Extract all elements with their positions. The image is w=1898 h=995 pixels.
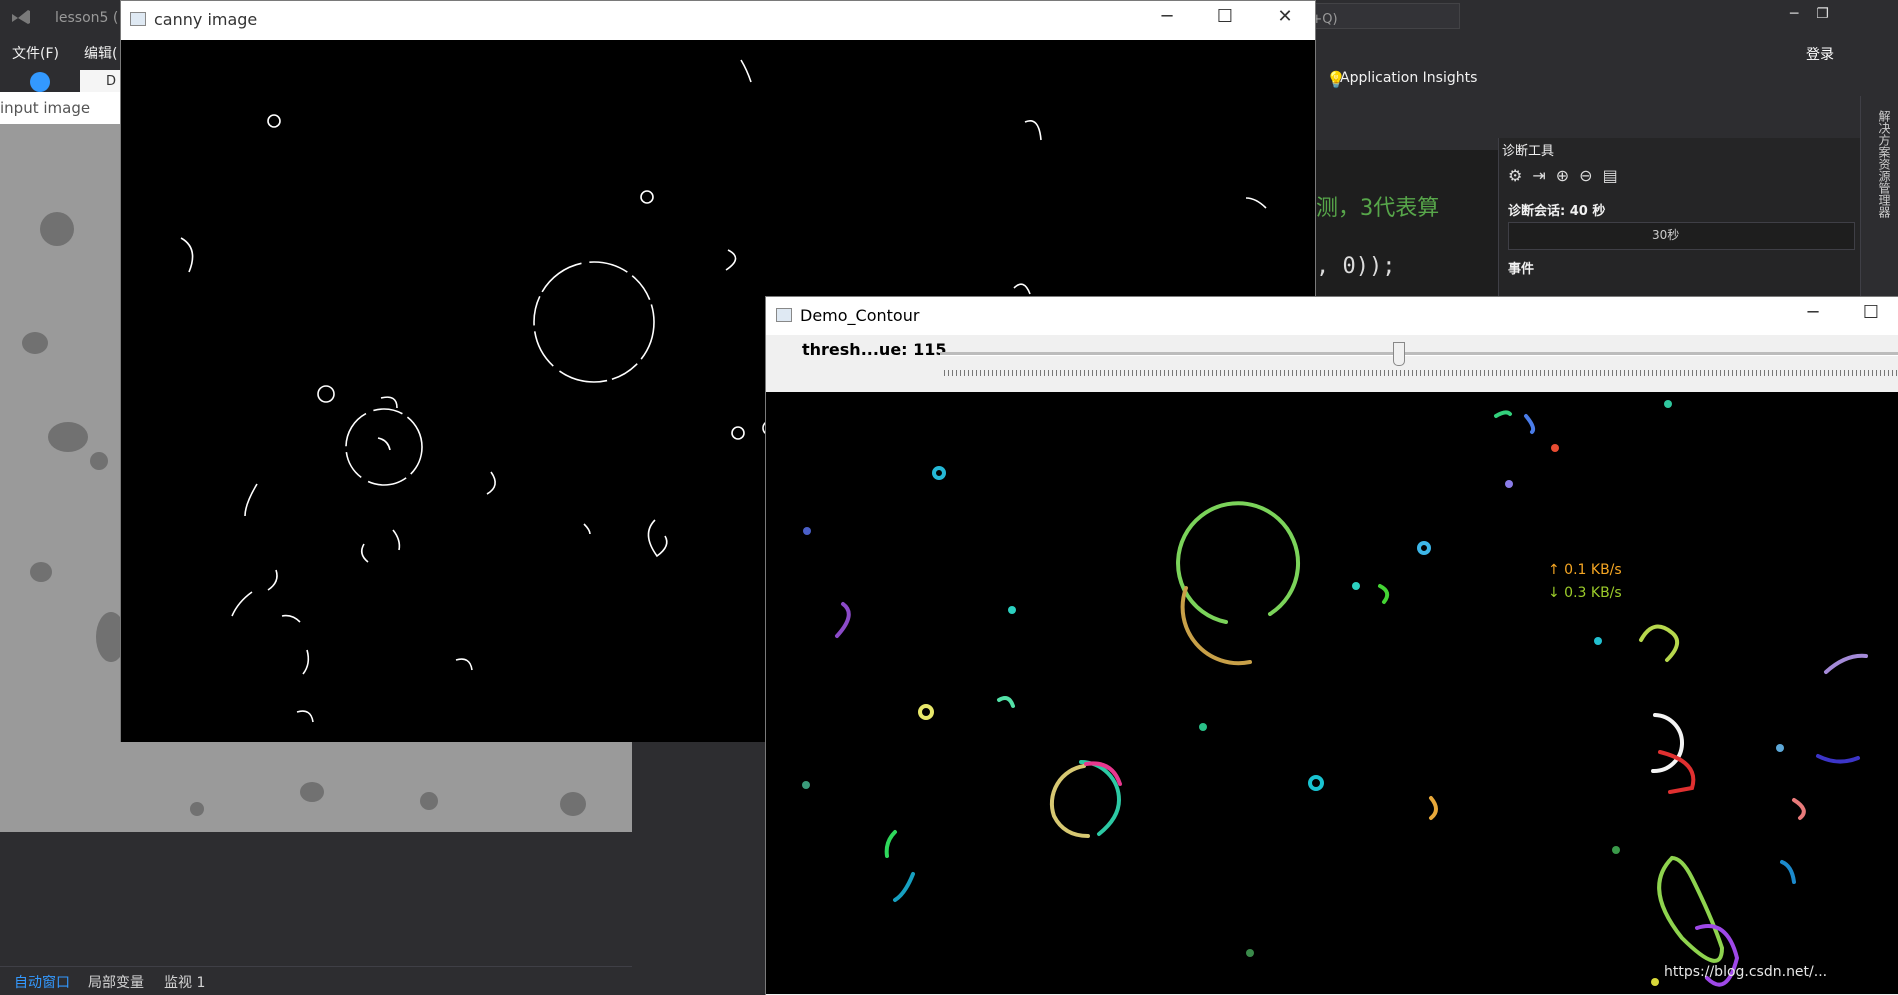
canny-titlebar[interactable]: [121, 1, 1315, 39]
close-button[interactable]: ✕: [1262, 6, 1308, 27]
demo-contour-titlebar[interactable]: [766, 297, 1898, 335]
diagnostic-session-duration: 诊断会话: 40 秒: [1508, 204, 1606, 219]
tab-locals[interactable]: 局部变量: [88, 972, 144, 992]
trackbar-ticks: [944, 370, 1898, 376]
diagnostic-toolbar[interactable]: ⚙⇥⊕⊖▤: [1508, 166, 1628, 185]
csdn-watermark: https://blog.csdn.net/...: [1664, 964, 1828, 980]
minimize-button[interactable]: ─: [1144, 6, 1190, 27]
threshold-trackbar-label: thresh...ue: 115: [802, 340, 947, 359]
menu-file[interactable]: 文件(F): [12, 43, 59, 63]
diagnostic-tools-title: 诊断工具: [1502, 144, 1555, 159]
window-app-icon: [130, 12, 146, 26]
network-download-speed: ↓ 0.3 KB/s: [1548, 585, 1622, 601]
threshold-trackbar-thumb[interactable]: [1393, 342, 1405, 366]
login-link[interactable]: 登录: [1806, 44, 1834, 64]
timeline-tick-label: 30秒: [1652, 228, 1680, 242]
minimize-button[interactable]: ─: [1790, 302, 1836, 323]
application-insights-button[interactable]: Application Insights: [1340, 70, 1477, 86]
doc-tab-label: D: [106, 74, 117, 89]
code-comment-line: 测，3代表算: [1316, 196, 1440, 221]
solution-explorer-tab[interactable]: 解决方案资源管理器: [1876, 110, 1893, 218]
contour-output-image: [766, 392, 1898, 994]
canny-window-title: canny image: [154, 10, 258, 29]
maximize-button[interactable]: ☐: [1848, 302, 1894, 323]
vs-window-controls[interactable]: ─ ❐: [1790, 6, 1898, 28]
vs-window-title: lesson5 (: [55, 10, 119, 26]
tab-watch[interactable]: 监视 1: [164, 972, 205, 992]
network-upload-speed: ↑ 0.1 KB/s: [1548, 562, 1622, 578]
doc-tab[interactable]: D: [80, 70, 120, 94]
diagnostic-timeline[interactable]: [1508, 222, 1855, 250]
tab-autos[interactable]: 自动窗口: [14, 972, 70, 992]
threshold-trackbar[interactable]: [940, 352, 1898, 356]
menu-edit[interactable]: 编辑(: [84, 43, 117, 63]
input-image-title: input image: [0, 99, 91, 117]
maximize-button[interactable]: ☐: [1202, 6, 1248, 27]
window-app-icon: [776, 308, 792, 322]
demo-contour-title: Demo_Contour: [800, 306, 920, 325]
back-nav-icon[interactable]: [30, 72, 50, 92]
visual-studio-logo-icon: [12, 10, 30, 24]
code-line: , 0));: [1316, 254, 1396, 279]
diagnostic-events-header[interactable]: 事件: [1508, 258, 1534, 277]
